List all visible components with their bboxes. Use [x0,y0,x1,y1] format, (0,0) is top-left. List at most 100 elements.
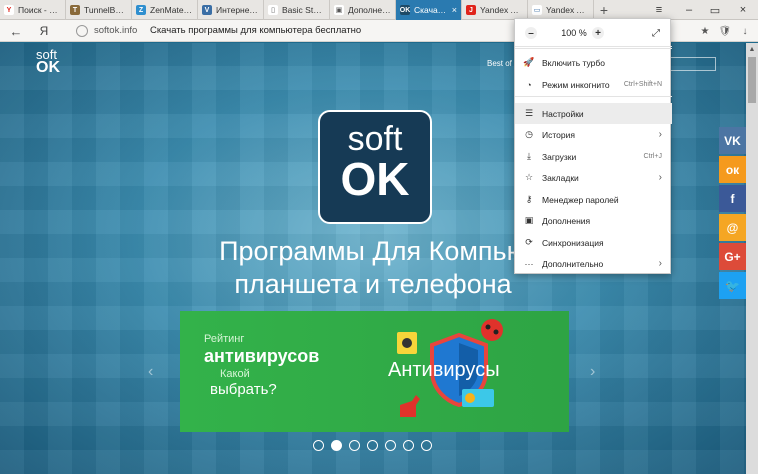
site-logo-bottom: OK [36,58,60,76]
page-scrollbar[interactable]: ▲ [746,43,758,474]
url-field[interactable]: softok.info Скачать программы для компью… [94,25,361,36]
bear-icon: T [70,5,80,15]
page-icon: ▭ [532,5,542,15]
site-logo[interactable]: soft OK [36,48,60,76]
scroll-up-icon[interactable]: ▲ [746,43,758,55]
site-search-input[interactable] [670,57,716,71]
tab-4[interactable]: ▯ Basic Step by [264,0,330,20]
google-plus-share-icon[interactable]: G+ [719,243,746,270]
banner-line-2: антивирусов [204,346,320,366]
close-window-icon[interactable]: × [730,0,756,20]
addons-icon: ▣ [334,5,344,15]
banner-line-3: Какой [220,368,250,380]
slider-dot[interactable] [331,440,342,451]
incognito-icon: ◔ [526,79,532,90]
hero-logo-top: soft [347,120,403,158]
close-tab-icon[interactable]: × [452,5,457,15]
menu-item-shortcut: Ctrl+J [643,153,662,160]
slider-dot[interactable] [403,440,414,451]
vk-share-icon[interactable]: VK [719,127,746,154]
history-icon: ◷ [525,129,533,139]
back-button[interactable]: ← [8,23,24,39]
money-icon [462,389,494,407]
menu-item-settings[interactable]: ☰ Настройки [515,103,672,124]
slider-prev-icon[interactable]: ‹ [148,363,153,381]
facebook-share-icon[interactable]: f [719,185,746,212]
zoom-row: – 100 % + ⤢ [515,19,672,47]
rocket-icon: 🚀 [523,57,535,67]
zenmate-icon: Z [136,5,146,15]
zoom-in-button[interactable]: + [592,27,604,39]
download-icon: ⤓ [527,151,531,161]
menu-item-extensions[interactable]: ▣ Дополнения [515,210,672,231]
browser-main-menu: – 100 % + ⤢ 🚀 Включить турбо ◔ Режим инкогн… [514,18,672,274]
twitter-share-icon[interactable]: 🐦 [719,272,746,299]
tab-title: ZenMate - и [150,5,193,15]
scrollbar-thumb[interactable] [748,57,756,103]
tab-6[interactable]: OK Скачать п × [396,0,462,20]
tab-8[interactable]: ▭ Yandex Acce [528,0,594,20]
ladybug-icon [481,319,503,341]
menu-item-bookmark[interactable]: ☆ Закладки › [515,167,672,188]
more-icon: ··· [524,258,534,269]
zoom-level: 100 % [561,28,587,38]
yandex-icon: Y [4,5,14,15]
tab-strip: Y Поиск - Раси T TunnelBear Z ZenMate - и V Инт… [0,0,758,20]
tab-title: Скачать п [414,5,450,15]
menu-item-key[interactable]: ⚷ Менеджер паролей [515,189,672,210]
extensions-icon: ▣ [524,215,534,225]
menu-item-label: Дополнительно [542,258,604,269]
menu-item-incognito[interactable]: ◔ Режим инкогнито Ctrl+Shift+N [515,74,672,95]
softok-icon: OK [399,5,411,15]
banner-title: Антивирусы [388,359,500,381]
slider-dot[interactable] [349,440,360,451]
maximize-icon[interactable]: ▭ [702,0,728,20]
tab-0[interactable]: Y Поиск - Раси [0,0,66,20]
slider-dot[interactable] [313,440,324,451]
tab-1[interactable]: T TunnelBear [66,0,132,20]
menu-item-label: Загрузки [542,151,577,162]
bug-card-icon [397,332,417,354]
sync-icon: ⟳ [525,237,533,247]
tab-7[interactable]: J Yandex Acce [462,0,528,20]
menu-item-more[interactable]: ··· Дополнительно › [515,253,672,274]
antivirus-banner[interactable]: Рейтинг антивирусов Какой выбрать? Антив… [180,311,569,432]
chevron-right-icon: › [658,172,662,183]
tab-3[interactable]: V Интернет-б [198,0,264,20]
fullscreen-icon[interactable]: ⤢ [650,27,662,39]
menu-item-sync[interactable]: ⟳ Синхронизация [515,232,672,253]
menu-item-label: Закладки [542,172,579,183]
menu-item-label: Синхронизация [542,237,604,248]
protect-icon[interactable]: 🛡 [718,23,732,39]
yandex-home-icon[interactable]: Я [36,23,52,39]
trojan-horse-icon [400,395,420,417]
tab-title: Yandex Acce [480,5,523,15]
tab-2[interactable]: Z ZenMate - и [132,0,198,20]
browser-menu-button[interactable]: ≡ [646,0,672,20]
site-info-icon[interactable] [76,25,88,37]
zoom-out-button[interactable]: – [525,27,537,39]
new-tab-button[interactable]: + [594,0,614,20]
odnoklassniki-share-icon[interactable]: ок [719,156,746,183]
menu-item-history[interactable]: ◷ История › [515,124,672,145]
chevron-right-icon: › [658,129,662,140]
menu-item-rocket[interactable]: 🚀 Включить турбо [515,52,672,73]
settings-icon: ☰ [524,108,534,118]
bookmark-star-icon[interactable]: ★ [698,23,712,39]
key-icon: ⚷ [525,194,533,204]
slider-next-icon[interactable]: › [590,363,595,381]
slider-dot[interactable] [421,440,432,451]
tab-title: Дополнени [348,5,391,15]
menu-item-label: Включить турбо [542,57,605,68]
tab-5[interactable]: ▣ Дополнени [330,0,396,20]
downloads-icon[interactable]: ↓ [738,23,752,39]
minimize-icon[interactable]: – [676,0,702,20]
page-icon: ▯ [268,5,278,15]
nav-best-of[interactable]: Best of [487,59,512,68]
chevron-right-icon: › [658,258,662,269]
menu-item-download[interactable]: ⤓ Загрузки Ctrl+J [515,146,672,167]
mail-share-icon[interactable]: @ [719,214,746,241]
slider-dot[interactable] [385,440,396,451]
url-page-title: Скачать программы для компьютера бесплат… [149,25,362,36]
slider-dot[interactable] [367,440,378,451]
